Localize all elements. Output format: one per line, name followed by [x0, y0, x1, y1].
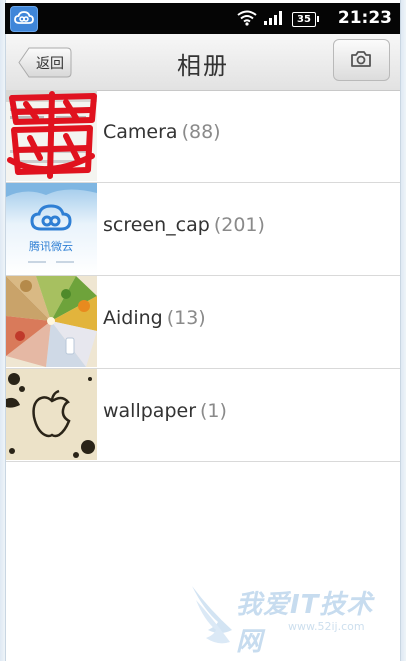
album-row-screen-cap[interactable]: 腾讯微云 screen_cap (201)	[6, 183, 400, 276]
album-list: Camera (88) 腾讯微云 screen_cap (201) Aiding…	[6, 90, 400, 462]
camera-icon	[351, 51, 371, 67]
album-row-wallpaper[interactable]: wallpaper (1)	[6, 369, 400, 462]
album-row-camera[interactable]: Camera (88)	[6, 90, 400, 183]
album-count: (201)	[213, 214, 265, 236]
site-watermark: 我爱IT技术网 www.52ij.com	[190, 580, 400, 657]
weiyun-cloud-icon[interactable]	[10, 6, 38, 32]
album-row-aiding[interactable]: Aiding (13)	[6, 276, 400, 369]
album-name: Camera	[103, 121, 178, 143]
watermark-url: www.52ij.com	[288, 620, 365, 633]
screen-cap-brand-text: 腾讯微云	[29, 239, 73, 253]
album-label-wallpaper: wallpaper (1)	[103, 400, 227, 422]
album-thumbnail-aiding	[6, 276, 97, 367]
album-label-aiding: Aiding (13)	[103, 307, 206, 329]
battery-indicator: 35	[292, 12, 319, 27]
camera-button[interactable]	[333, 39, 390, 81]
window-frame-right	[400, 0, 406, 661]
status-bar: 35 21:23	[5, 3, 400, 34]
title-bar: 返回 相册	[6, 34, 400, 91]
wifi-icon	[237, 10, 257, 26]
album-count: (1)	[200, 400, 227, 422]
album-count: (13)	[166, 307, 206, 329]
signal-icon	[264, 11, 282, 25]
album-label-camera: Camera (88)	[103, 121, 221, 143]
status-time: 21:23	[337, 8, 392, 28]
album-name: Aiding	[103, 307, 163, 329]
album-thumbnail-screen-cap: 腾讯微云	[6, 183, 97, 274]
album-name: screen_cap	[103, 214, 210, 236]
album-name: wallpaper	[103, 400, 197, 422]
album-thumbnail-wallpaper	[6, 369, 97, 460]
album-label-screen-cap: screen_cap (201)	[103, 214, 265, 236]
album-count: (88)	[181, 121, 221, 143]
album-thumbnail-camera	[6, 90, 97, 181]
